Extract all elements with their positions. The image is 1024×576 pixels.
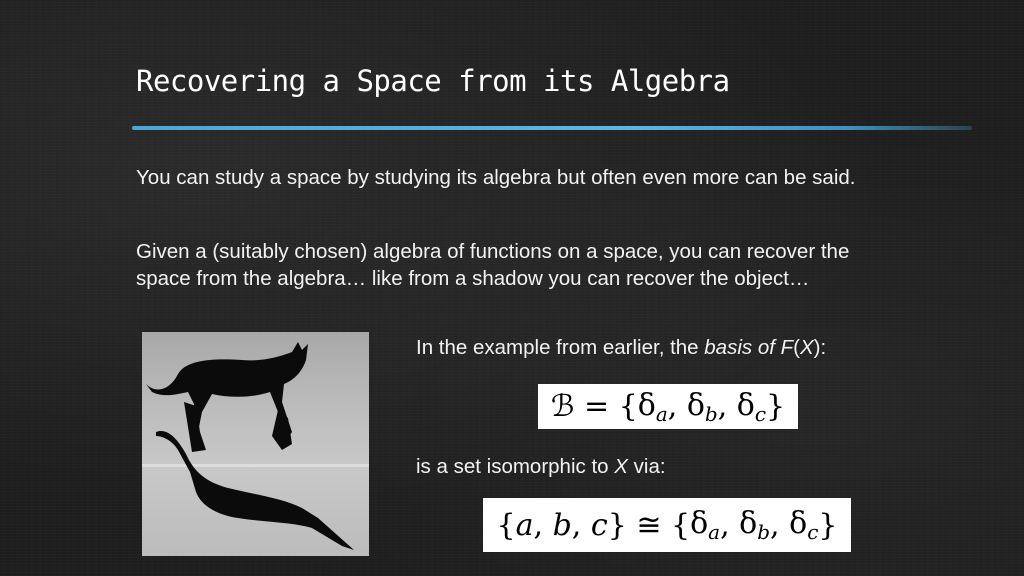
isomorphism-equation: { a, b, c } ≅ { δa, δb, δc }: [483, 498, 851, 552]
brace-close: }: [766, 389, 786, 424]
delta-c: δc: [789, 506, 819, 544]
basis-caption: In the example from earlier, the basis o…: [416, 336, 826, 360]
basis-caption-prefix: In the example from earlier, the: [416, 336, 705, 359]
lhs-brace-open: {: [496, 507, 516, 543]
lhs-brace-close: }: [607, 507, 627, 543]
title-underline: [132, 126, 972, 130]
cat-shadow-image: [142, 332, 369, 556]
isomorphism-caption-italic: X: [614, 455, 628, 478]
rhs-brace-open: {: [671, 507, 691, 543]
basis-caption-paren: (: [793, 336, 800, 359]
basis-caption-italic: basis of F: [704, 336, 794, 359]
cat-silhouette-icon: [142, 342, 369, 550]
delta-b: δb: [739, 506, 771, 544]
delta-a: δa: [637, 387, 668, 426]
body-paragraph-2: Given a (suitably chosen) algebra of fun…: [136, 240, 850, 290]
delta-c: δc: [736, 387, 767, 426]
basis-caption-italic-x: X: [799, 336, 814, 359]
brace-open: {: [618, 389, 638, 424]
congruence-sign: ≅: [626, 507, 671, 543]
basis-equation: ℬ = { δa, δb, δc }: [538, 384, 798, 429]
isomorphism-caption: is a set isomorphic to X via:: [416, 455, 666, 479]
delta-b: δb: [686, 387, 718, 426]
element-c: c: [590, 507, 608, 543]
rhs-brace-close: }: [818, 507, 838, 543]
body-paragraph-1: You can study a space by studying its al…: [136, 166, 856, 189]
slide-title: Recovering a Space from its Algebra: [136, 64, 730, 98]
delta-a: δa: [690, 506, 721, 544]
basis-symbol: ℬ: [550, 389, 575, 424]
isomorphism-caption-suffix: via:: [627, 455, 666, 478]
element-b: b: [552, 507, 572, 543]
basis-caption-suffix: ):: [813, 336, 827, 359]
equals-sign: =: [574, 389, 619, 424]
isomorphism-caption-prefix: is a set isomorphic to: [416, 455, 615, 478]
element-a: a: [515, 507, 534, 543]
